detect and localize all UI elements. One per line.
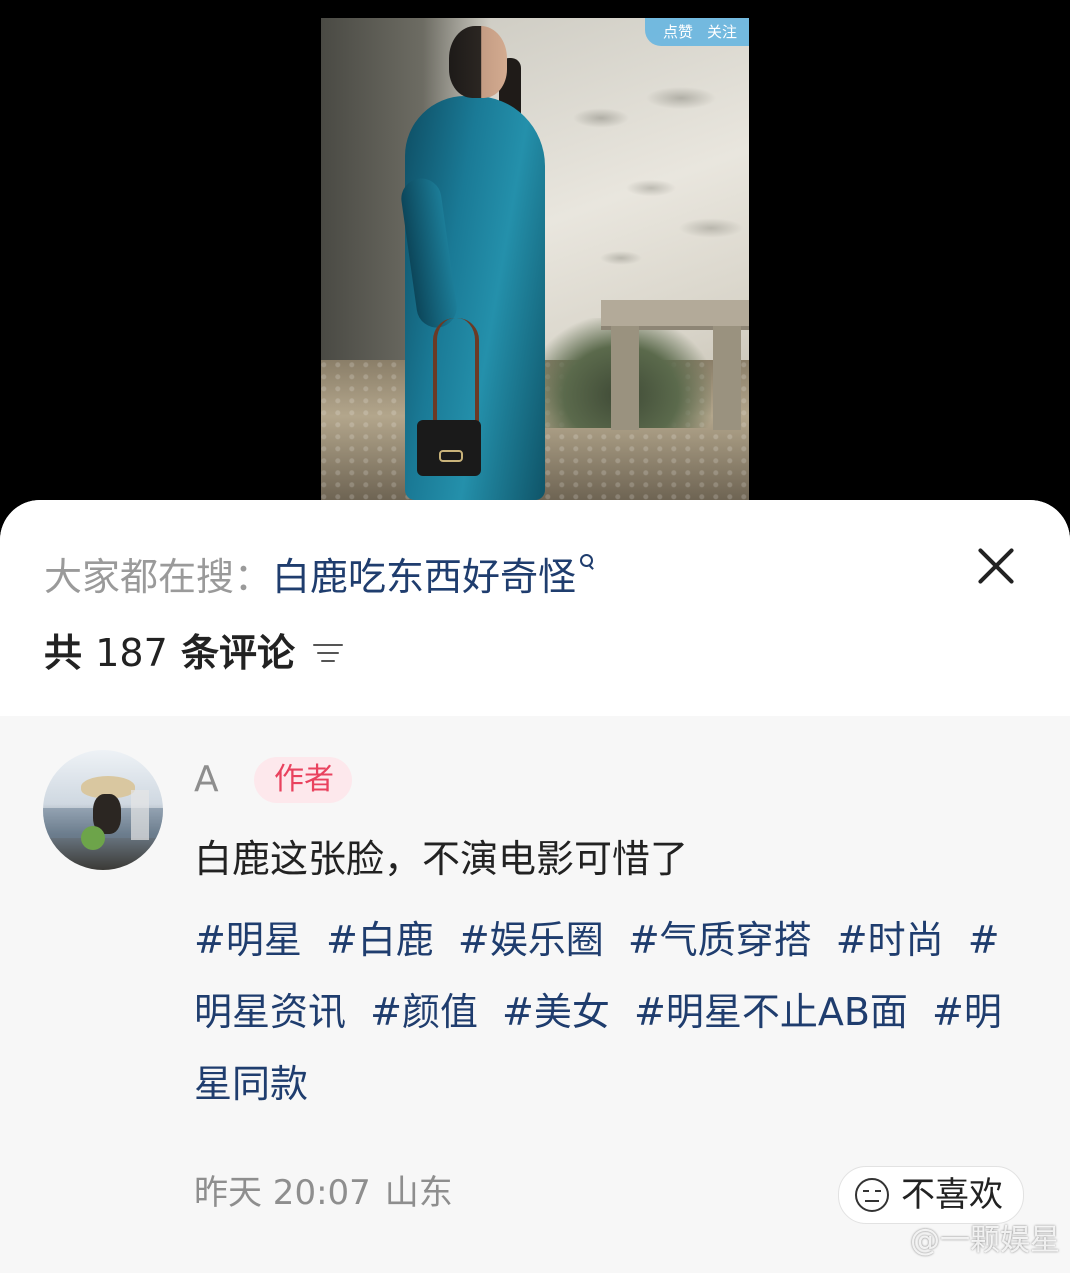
sort-icon[interactable] <box>313 641 343 665</box>
username[interactable]: A <box>194 756 226 804</box>
comment-count-row: 共 187 条评论 <box>44 628 343 678</box>
video-frame[interactable]: 点赞 关注 <box>321 18 749 500</box>
watermark: @一颗娱星 <box>910 1223 1060 1258</box>
bench-leg <box>713 326 741 430</box>
hot-search-prefix: 大家都在搜： <box>44 555 273 599</box>
leaf-shadows <box>561 58 749 298</box>
hashtag[interactable]: #时尚 <box>836 918 944 962</box>
comment-text: 白鹿这张脸，不演电影可惜了 <box>194 837 689 881</box>
sheet-header: 大家都在搜：白鹿吃东西好奇怪 共 187 条评论 <box>0 500 1070 716</box>
bench-leg <box>611 326 639 430</box>
comment-meta: 昨天 20:07 山东 <box>194 1168 453 1218</box>
screen: 点赞 关注 大家都在搜：白鹿吃东西好奇怪 共 187 条评论 A 作者 白鹿这张… <box>0 0 1070 1273</box>
bag-strap <box>433 318 479 428</box>
comment-time: 昨天 20:07 <box>194 1173 371 1213</box>
hashtag[interactable]: #气质穿搭 <box>628 918 812 962</box>
handbag <box>417 420 481 476</box>
hashtag[interactable]: #颜值 <box>370 990 478 1034</box>
comment-header: A 作者 <box>194 756 352 804</box>
video-overlay-actions: 点赞 关注 <box>644 18 749 46</box>
close-button[interactable] <box>974 544 1018 588</box>
hashtag-list: #明星 #白鹿 #娱乐圈 #气质穿搭 #时尚 #明星资讯 #颜值 #美女 #明星… <box>194 904 1024 1120</box>
avatar[interactable] <box>43 750 163 870</box>
hot-search-term[interactable]: 白鹿吃东西好奇怪 <box>272 555 576 599</box>
search-icon <box>580 554 594 568</box>
comment-count-suffix: 条评论 <box>167 631 295 675</box>
comment-item: A 作者 白鹿这张脸，不演电影可惜了 #明星 #白鹿 #娱乐圈 #气质穿搭 #时… <box>0 716 1070 1273</box>
comment-location: 山东 <box>384 1173 453 1213</box>
hashtag[interactable]: #美女 <box>502 990 610 1034</box>
like-overlay-button[interactable]: 点赞 <box>663 18 693 46</box>
neutral-face-icon <box>855 1178 889 1212</box>
dislike-label: 不喜欢 <box>901 1175 1003 1215</box>
hashtag[interactable]: #白鹿 <box>326 918 434 962</box>
hashtag[interactable]: #明星 <box>194 918 302 962</box>
hashtag[interactable]: #娱乐圈 <box>458 918 604 962</box>
comment-count-value: 187 <box>95 631 168 675</box>
author-badge: 作者 <box>254 757 352 803</box>
woman-head <box>449 26 507 98</box>
comments-sheet: 大家都在搜：白鹿吃东西好奇怪 共 187 条评论 A 作者 白鹿这张脸，不演电影… <box>0 500 1070 1273</box>
hashtag[interactable]: #明星不止AB面 <box>634 990 908 1034</box>
hot-search-banner[interactable]: 大家都在搜：白鹿吃东西好奇怪 <box>44 552 594 602</box>
comment-count: 共 187 条评论 <box>44 628 295 678</box>
stone-bench <box>601 300 749 326</box>
comment-count-prefix: 共 <box>44 631 96 675</box>
follow-overlay-button[interactable]: 关注 <box>707 18 737 46</box>
bag-clasp <box>439 450 463 462</box>
